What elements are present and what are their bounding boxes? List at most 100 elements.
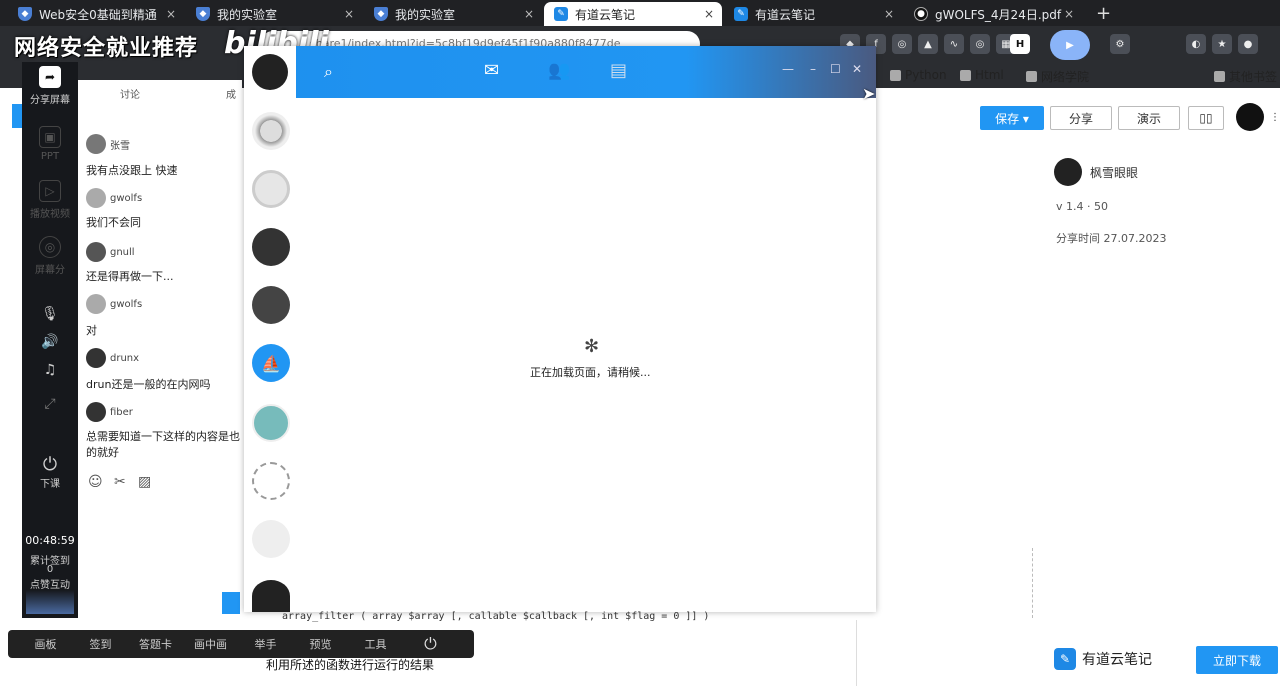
close-tab-icon[interactable]: × bbox=[704, 7, 714, 21]
chat-icon[interactable]: ✉ bbox=[484, 60, 499, 81]
browser-tab-1[interactable]: ◆ Web安全0基础到精通 × bbox=[8, 2, 184, 26]
extension-icon[interactable]: ◎ bbox=[892, 34, 912, 54]
contact-avatar[interactable] bbox=[252, 112, 290, 150]
bookmark-python[interactable]: Python bbox=[890, 68, 947, 82]
toolbar-checkin[interactable]: 签到 bbox=[73, 636, 128, 652]
close-icon[interactable]: ✕ bbox=[852, 62, 862, 76]
screen-button[interactable]: ◎ 屏幕分 bbox=[22, 236, 78, 276]
music-icon[interactable]: ♫ bbox=[22, 362, 78, 378]
chat-tab-other[interactable]: 成 bbox=[226, 86, 236, 101]
search-icon[interactable]: ⌕ bbox=[324, 62, 333, 82]
fullscreen-icon[interactable]: ⤢ bbox=[22, 396, 78, 412]
class-timer: 00:48:59 bbox=[25, 534, 75, 547]
extension-icon[interactable]: ◎ bbox=[970, 34, 990, 54]
extension-icon[interactable]: ⚙ bbox=[1110, 34, 1130, 54]
end-class-button[interactable]: ⏻ 下课 bbox=[22, 454, 78, 490]
chat-username: gnull bbox=[110, 246, 135, 258]
emoji-icon[interactable]: ☺ bbox=[88, 474, 103, 490]
chat-username: gwolfs bbox=[110, 298, 143, 310]
avatar bbox=[86, 188, 106, 208]
browser-tab-4-active[interactable]: ✎ 有道云笔记 × bbox=[544, 2, 722, 26]
chat-message: 我有点没跟上 快速 bbox=[86, 164, 178, 177]
toolbar-whiteboard[interactable]: 画板 bbox=[18, 636, 73, 652]
chat-username: fiber bbox=[110, 406, 133, 418]
my-avatar[interactable] bbox=[252, 54, 288, 90]
contact-avatar[interactable] bbox=[252, 286, 290, 324]
close-tab-icon[interactable]: × bbox=[166, 7, 176, 21]
video-icon: ▷ bbox=[39, 180, 61, 202]
chat-tab-discuss[interactable]: 讨论 bbox=[120, 86, 140, 101]
toolbar-preview[interactable]: 预览 bbox=[293, 636, 348, 652]
toolbar-raise-hand[interactable]: 举手 bbox=[238, 636, 293, 652]
toolbar-pip[interactable]: 画中画 bbox=[183, 636, 238, 652]
chat-message: 总需要知道一下这样的内容是也的就好 bbox=[86, 430, 240, 459]
share-button[interactable]: 分享 bbox=[1050, 106, 1112, 130]
image-icon[interactable]: ▨ bbox=[138, 474, 151, 490]
extension-icon[interactable]: ▲ bbox=[918, 34, 938, 54]
audio-waveform bbox=[26, 590, 74, 614]
contacts-icon[interactable]: 👥 bbox=[548, 60, 570, 81]
download-button[interactable]: 立即下载 bbox=[1196, 646, 1278, 674]
end-class-label: 下课 bbox=[40, 479, 60, 490]
share-screen-button[interactable]: ➦ 分享屏幕 bbox=[22, 66, 78, 106]
layout-button[interactable]: ▯▯ bbox=[1188, 106, 1224, 130]
chat-user: gwolfs bbox=[86, 294, 142, 314]
maximize-icon[interactable]: ☐ bbox=[830, 62, 841, 76]
ppt-button[interactable]: ▣ PPT bbox=[22, 126, 78, 162]
files-icon[interactable]: ▤ bbox=[610, 60, 627, 81]
more-icon[interactable]: ⋮ bbox=[1270, 112, 1280, 123]
chat-message: 我们不会同 bbox=[86, 216, 141, 229]
avatar bbox=[86, 402, 106, 422]
tab-title: 我的实验室 bbox=[217, 7, 278, 22]
mouse-cursor-icon: ➤ bbox=[862, 84, 876, 103]
chat-user: fiber bbox=[86, 402, 133, 422]
close-tab-icon[interactable]: × bbox=[524, 7, 534, 21]
browser-tab-5[interactable]: ✎ 有道云笔记 × bbox=[724, 2, 902, 26]
mic-icon[interactable]: 🎙 bbox=[22, 306, 78, 322]
send-button[interactable] bbox=[222, 592, 240, 614]
chat-message: drun还是一般的在内网吗 bbox=[86, 378, 211, 391]
contact-avatar[interactable] bbox=[252, 404, 290, 442]
power-icon[interactable]: ⏻ bbox=[403, 634, 458, 654]
close-tab-icon[interactable]: × bbox=[344, 7, 354, 21]
present-button[interactable]: 演示 bbox=[1118, 106, 1180, 130]
play-video-button[interactable]: ▷ 播放视频 bbox=[22, 180, 78, 220]
extension-icon[interactable]: ★ bbox=[1212, 34, 1232, 54]
extension-icon[interactable]: H bbox=[1010, 34, 1030, 54]
extension-icon[interactable]: ◐ bbox=[1186, 34, 1206, 54]
close-tab-icon[interactable]: × bbox=[1064, 7, 1074, 21]
toolbar-quiz[interactable]: 答题卡 bbox=[128, 636, 183, 652]
contact-avatar[interactable]: ⛵ bbox=[252, 344, 290, 382]
bookmark-other[interactable]: 其他书签 bbox=[1214, 68, 1277, 85]
new-tab-button[interactable]: + bbox=[1096, 3, 1111, 24]
save-button[interactable]: 保存 ▾ bbox=[980, 106, 1044, 130]
close-tab-icon[interactable]: × bbox=[884, 7, 894, 21]
contact-avatar[interactable] bbox=[252, 580, 290, 612]
bookmark-html[interactable]: Html bbox=[960, 68, 1004, 82]
browser-tab-3[interactable]: ◆ 我的实验室 × bbox=[364, 2, 542, 26]
im-window: ⌕ ✉ 👥 ▤ — – ☐ ✕ ⛵ ✻ 正在加载页面，请稍候... bbox=[244, 46, 876, 612]
profile-icon[interactable]: ● bbox=[1238, 34, 1258, 54]
scissors-icon[interactable]: ✂ bbox=[114, 474, 126, 490]
contact-avatar[interactable] bbox=[252, 170, 290, 208]
minimize-icon[interactable]: – bbox=[810, 62, 816, 76]
folder-icon bbox=[890, 69, 901, 81]
code-snippet: array_filter ( array $array [, callable … bbox=[282, 611, 710, 622]
shield-icon: ◆ bbox=[374, 7, 388, 21]
play-icon[interactable]: ▶ bbox=[1050, 30, 1090, 60]
contact-avatar[interactable] bbox=[252, 228, 290, 266]
bookmark-network[interactable]: 网络学院 bbox=[1026, 68, 1089, 85]
note-icon: ✎ bbox=[734, 7, 748, 21]
checkin-count: 0 bbox=[46, 564, 54, 575]
chat-username: gwolfs bbox=[110, 192, 143, 204]
toolbar-tools[interactable]: 工具 bbox=[348, 636, 403, 652]
contact-avatar[interactable] bbox=[252, 462, 290, 500]
contact-avatar[interactable] bbox=[252, 520, 290, 558]
note-icon: ✎ bbox=[554, 7, 568, 21]
browser-tab-2[interactable]: ◆ 我的实验室 × bbox=[186, 2, 362, 26]
browser-tab-6[interactable]: ● gWOLFS_4月24日.pdf × bbox=[904, 2, 1082, 26]
minimize-mini-icon[interactable]: — bbox=[782, 62, 794, 76]
speaker-icon[interactable]: 🔊 bbox=[22, 334, 78, 350]
extension-icon[interactable]: ∿ bbox=[944, 34, 964, 54]
user-avatar[interactable] bbox=[1236, 103, 1264, 131]
